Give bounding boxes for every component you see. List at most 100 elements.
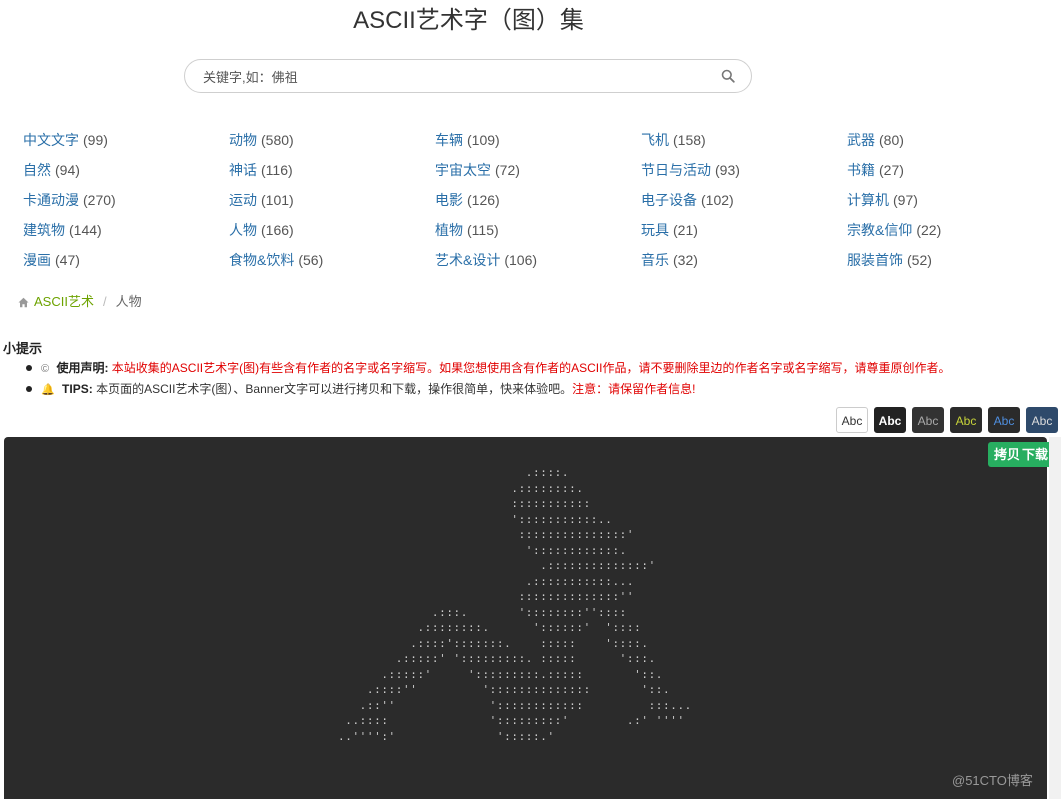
category-count: (109) xyxy=(467,132,500,148)
category-link[interactable]: 自然 xyxy=(23,162,51,178)
category-count: (144) xyxy=(69,222,102,238)
copy-button[interactable]: 拷贝 xyxy=(993,442,1021,467)
category-link[interactable]: 玩具 xyxy=(641,222,669,238)
bullet xyxy=(26,365,32,371)
category-link[interactable]: 电子设备 xyxy=(641,192,697,208)
category-link[interactable]: 车辆 xyxy=(435,132,463,148)
category-item[interactable]: 神话 (116) xyxy=(229,158,435,188)
category-item[interactable]: 宇宙太空 (72) xyxy=(435,158,641,188)
category-link[interactable]: 卡通动漫 xyxy=(23,192,79,208)
category-item[interactable]: 宗教&信仰 (22) xyxy=(847,218,1053,248)
theme-button[interactable]: Abc xyxy=(836,407,868,433)
category-link[interactable]: 漫画 xyxy=(23,252,51,268)
breadcrumb-home-link[interactable]: ASCII艺术 xyxy=(34,292,94,312)
theme-button[interactable]: Abc xyxy=(1026,407,1058,433)
category-item[interactable]: 计算机 (97) xyxy=(847,188,1053,218)
category-link[interactable]: 建筑物 xyxy=(23,222,65,238)
category-count: (270) xyxy=(83,192,116,208)
category-link[interactable]: 运动 xyxy=(229,192,257,208)
category-item[interactable]: 自然 (94) xyxy=(23,158,229,188)
tips-warning: 注意：请保留作者信息! xyxy=(572,382,696,396)
category-count: (106) xyxy=(504,252,538,268)
category-count: (116) xyxy=(261,162,293,178)
category-link[interactable]: 飞机 xyxy=(641,132,669,148)
bullet xyxy=(26,386,32,392)
page-title: ASCII艺术字（图）集 xyxy=(353,7,584,34)
theme-switcher: Abc Abc Abc Abc Abc Abc xyxy=(836,407,1061,433)
category-count: (126) xyxy=(467,192,500,208)
category-count: (166) xyxy=(261,222,294,238)
category-item[interactable]: 车辆 (109) xyxy=(435,128,641,158)
watermark: @51CTO博客 xyxy=(952,773,1033,788)
category-link[interactable]: 服装首饰 xyxy=(847,252,903,268)
search-input[interactable] xyxy=(201,66,705,88)
category-item[interactable]: 漫画 (47) xyxy=(23,248,229,278)
category-count: (72) xyxy=(495,162,520,178)
category-grid: 中文文字 (99) 动物 (580) 车辆 (109) 飞机 (158) 武器 (80) 自然 (94… xyxy=(23,128,1053,278)
ascii-art: .::::. .::::::::. ::::::::::: ':::::::::… xyxy=(338,466,692,743)
category-count: (94) xyxy=(55,162,80,178)
category-count: (27) xyxy=(879,162,904,178)
category-link[interactable]: 植物 xyxy=(435,222,463,238)
category-item[interactable]: 动物 (580) xyxy=(229,128,435,158)
category-link[interactable]: 人物 xyxy=(229,222,257,238)
category-item[interactable]: 玩具 (21) xyxy=(641,218,847,248)
search-box[interactable] xyxy=(184,59,752,93)
category-link[interactable]: 电影 xyxy=(435,192,463,208)
search-icon[interactable] xyxy=(721,69,735,83)
category-item[interactable]: 人物 (166) xyxy=(229,218,435,248)
category-count: (21) xyxy=(673,222,698,238)
category-count: (47) xyxy=(55,252,80,268)
scrollbar-track[interactable] xyxy=(1049,437,1061,799)
category-item[interactable]: 电影 (126) xyxy=(435,188,641,218)
category-item[interactable]: 艺术&设计 (106) xyxy=(435,248,641,278)
theme-button[interactable]: Abc xyxy=(874,407,906,433)
category-count: (93) xyxy=(715,162,740,178)
category-link[interactable]: 计算机 xyxy=(847,192,889,208)
category-count: (22) xyxy=(916,222,942,238)
category-link[interactable]: 宗教&信仰 xyxy=(847,222,912,238)
declaration-label: 使用声明: xyxy=(56,361,109,375)
category-link[interactable]: 书籍 xyxy=(847,162,875,178)
tips-text: 本页面的ASCII艺术字(图）、Banner文字可以进行拷贝和下载，操作很简单，… xyxy=(96,382,573,396)
copyright-icon: © xyxy=(41,363,50,375)
category-item[interactable]: 服装首饰 (52) xyxy=(847,248,1053,278)
category-item[interactable]: 卡通动漫 (270) xyxy=(23,188,229,218)
category-item[interactable]: 节日与活动 (93) xyxy=(641,158,847,188)
category-link[interactable]: 节日与活动 xyxy=(641,162,711,178)
category-item[interactable]: 飞机 (158) xyxy=(641,128,847,158)
breadcrumb-separator: / xyxy=(102,294,107,309)
category-item[interactable]: 食物&饮料 (56) xyxy=(229,248,435,278)
declaration-text: 本站收集的ASCII艺术字(图)有些含有作者的名字或名字缩写。如果您想使用含有作… xyxy=(111,361,951,375)
category-link[interactable]: 音乐 xyxy=(641,252,669,268)
home-icon xyxy=(18,297,29,307)
category-item[interactable]: 运动 (101) xyxy=(229,188,435,218)
bell-icon: 🔔 xyxy=(41,384,55,396)
category-link[interactable]: 动物 xyxy=(229,132,257,148)
category-item[interactable]: 武器 (80) xyxy=(847,128,1053,158)
category-count: (580) xyxy=(261,132,294,148)
download-button[interactable]: 下载 xyxy=(1021,442,1049,467)
ascii-art-panel: .::::. .::::::::. ::::::::::: ':::::::::… xyxy=(4,437,1047,799)
category-item[interactable]: 建筑物 (144) xyxy=(23,218,229,248)
category-item[interactable]: 音乐 (32) xyxy=(641,248,847,278)
category-link[interactable]: 中文文字 xyxy=(23,132,79,148)
category-item[interactable]: 电子设备 (102) xyxy=(641,188,847,218)
category-link[interactable]: 武器 xyxy=(847,132,875,148)
tips-title: 小提示 xyxy=(3,341,43,356)
breadcrumb: ASCII艺术 / 人物 xyxy=(18,292,142,312)
breadcrumb-current: 人物 xyxy=(115,294,142,309)
category-item[interactable]: 中文文字 (99) xyxy=(23,128,229,158)
category-link[interactable]: 神话 xyxy=(229,162,257,178)
category-link[interactable]: 宇宙太空 xyxy=(435,162,491,178)
category-count: (97) xyxy=(893,192,918,208)
category-item[interactable]: 书籍 (27) xyxy=(847,158,1053,188)
theme-button[interactable]: Abc xyxy=(950,407,982,433)
tips-list: © 使用声明: 本站收集的ASCII艺术字(图)有些含有作者的名字或名字缩写。如… xyxy=(26,358,950,400)
category-link[interactable]: 食物&饮料 xyxy=(229,252,294,268)
tip-usage: 🔔 TIPS: 本页面的ASCII艺术字(图）、Banner文字可以进行拷贝和下… xyxy=(26,379,950,400)
category-item[interactable]: 植物 (115) xyxy=(435,218,641,248)
category-link[interactable]: 艺术&设计 xyxy=(435,252,500,268)
theme-button[interactable]: Abc xyxy=(988,407,1020,433)
theme-button[interactable]: Abc xyxy=(912,407,944,433)
